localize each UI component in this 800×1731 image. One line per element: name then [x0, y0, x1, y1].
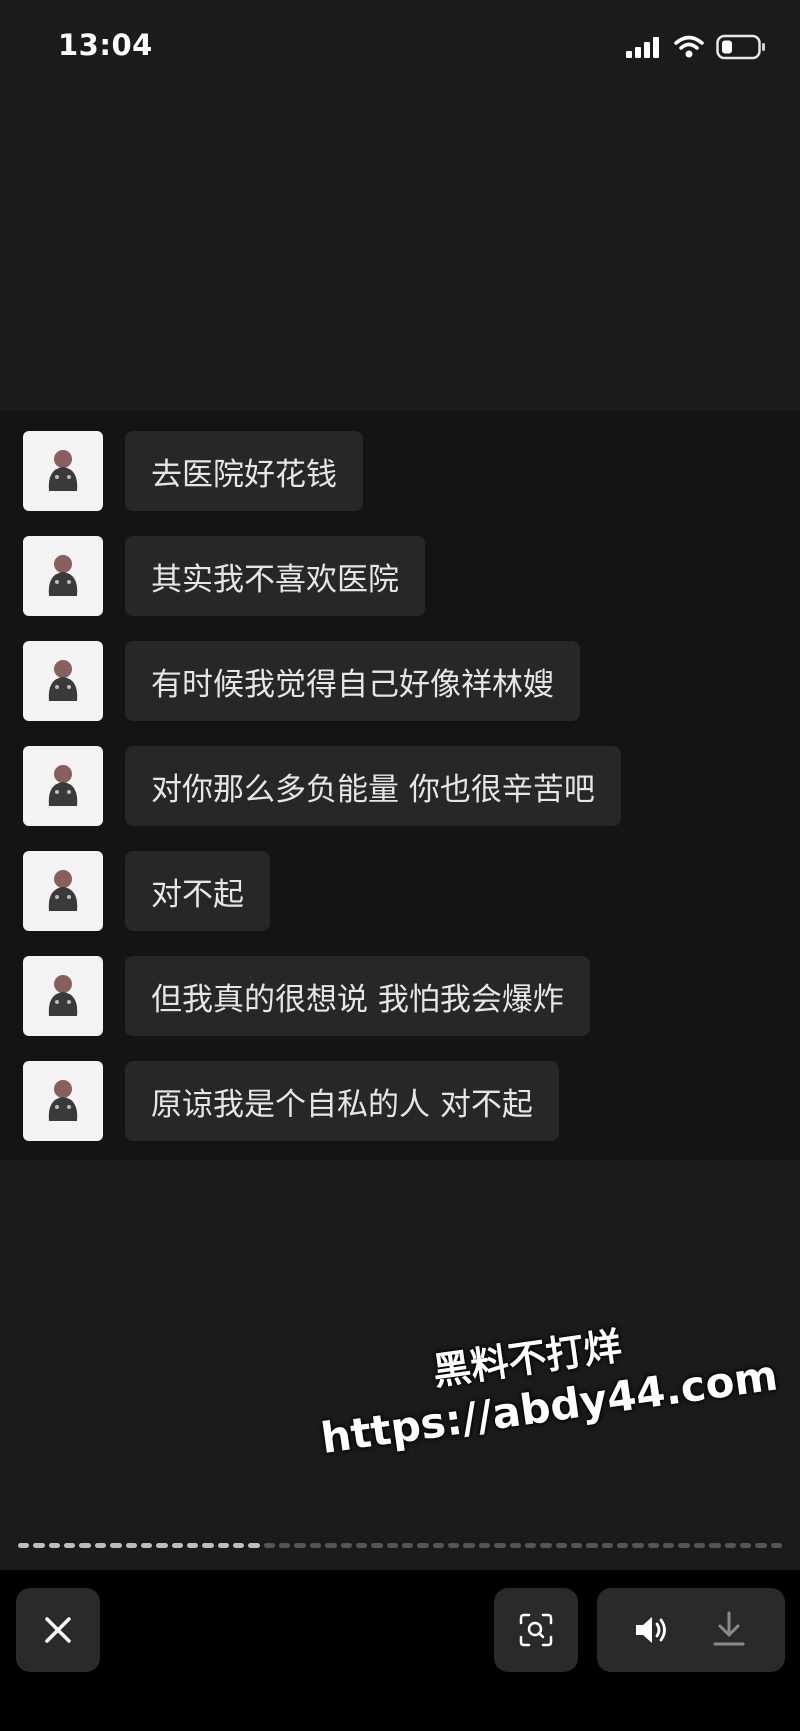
avatar-character-icon [48, 555, 78, 596]
visual-search-button[interactable] [494, 1588, 578, 1672]
progress-segment [94, 1543, 107, 1548]
progress-segment [248, 1543, 260, 1548]
close-icon [45, 1617, 71, 1643]
progress-segment [202, 1543, 214, 1548]
progress-segment [386, 1543, 398, 1548]
message-row: 对你那么多负能量 你也很辛苦吧 [23, 745, 621, 827]
progress-segment [309, 1543, 322, 1548]
message-bubble: 去医院好花钱 [125, 431, 363, 511]
avatar-character-icon [48, 765, 78, 806]
progress-segment [663, 1543, 675, 1548]
progress-segment [125, 1543, 137, 1548]
progress-segment [294, 1543, 306, 1548]
status-time: 13:04 [58, 28, 153, 62]
avatar-character-icon [48, 660, 78, 701]
download-icon [713, 1611, 745, 1646]
avatar-character-icon [48, 975, 78, 1016]
progress-segment [524, 1543, 537, 1548]
status-icons [626, 34, 766, 60]
watermark: 黑料不打烊 https://abdy44.com [310, 1294, 781, 1463]
progress-segment [79, 1543, 91, 1548]
progress-segment [555, 1543, 567, 1548]
story-progress-indicator [18, 1543, 782, 1548]
progress-segment [647, 1543, 660, 1548]
avatar[interactable] [23, 851, 103, 931]
progress-segment [601, 1543, 614, 1548]
message-bubble: 对不起 [125, 851, 270, 931]
progress-segment [140, 1543, 153, 1548]
message-bubble: 有时候我觉得自己好像祥林嫂 [125, 641, 580, 721]
media-controls [597, 1588, 785, 1672]
progress-segment [48, 1543, 61, 1548]
avatar-character-icon [48, 450, 78, 491]
progress-segment [217, 1543, 230, 1548]
progress-segment [678, 1543, 690, 1548]
progress-segment [432, 1543, 445, 1548]
progress-segment [325, 1543, 337, 1548]
progress-segment [478, 1543, 491, 1548]
progress-segment [186, 1543, 199, 1548]
download-button[interactable] [711, 1610, 747, 1652]
progress-segment [401, 1543, 414, 1548]
message-row: 去医院好花钱 [23, 430, 363, 512]
progress-segment [463, 1543, 475, 1548]
progress-segment [171, 1543, 183, 1548]
progress-segment [693, 1543, 706, 1548]
avatar[interactable] [23, 431, 103, 511]
progress-segment [724, 1543, 736, 1548]
avatar[interactable] [23, 1061, 103, 1141]
status-bar: 13:04 [0, 0, 800, 100]
progress-segment [110, 1543, 122, 1548]
progress-segment [586, 1543, 598, 1548]
wifi-icon [674, 35, 704, 58]
progress-segment [755, 1543, 767, 1548]
progress-segment [233, 1543, 245, 1548]
avatar[interactable] [23, 746, 103, 826]
progress-segment [632, 1543, 644, 1548]
progress-segment [448, 1543, 460, 1548]
progress-segment [263, 1543, 276, 1548]
message-bubble: 原谅我是个自私的人 对不起 [125, 1061, 559, 1141]
progress-segment [709, 1543, 721, 1548]
message-bubble: 对你那么多负能量 你也很辛苦吧 [125, 746, 621, 826]
progress-segment [64, 1543, 76, 1548]
message-row: 有时候我觉得自己好像祥林嫂 [23, 640, 580, 722]
progress-segment [770, 1543, 782, 1548]
battery-icon [716, 34, 765, 60]
progress-segment [33, 1543, 45, 1548]
progress-segment [279, 1543, 291, 1548]
progress-segment [18, 1543, 30, 1548]
avatar[interactable] [23, 536, 103, 616]
avatar[interactable] [23, 641, 103, 721]
progress-segment [417, 1543, 429, 1548]
progress-segment [739, 1543, 752, 1548]
visual-search-icon [519, 1613, 553, 1647]
avatar[interactable] [23, 956, 103, 1036]
progress-segment [371, 1543, 383, 1548]
progress-segment [494, 1543, 506, 1548]
volume-button[interactable] [633, 1612, 671, 1652]
message-row: 但我真的很想说 我怕我会爆炸 [23, 955, 590, 1037]
cellular-signal-icon [626, 37, 659, 58]
message-bubble: 但我真的很想说 我怕我会爆炸 [125, 956, 590, 1036]
progress-segment [156, 1543, 168, 1548]
speaker-icon [636, 1617, 666, 1643]
progress-segment [570, 1543, 583, 1548]
progress-segment [355, 1543, 368, 1548]
bottom-bar [0, 1570, 800, 1731]
progress-segment [540, 1543, 552, 1548]
progress-segment [340, 1543, 352, 1548]
message-row: 原谅我是个自私的人 对不起 [23, 1060, 559, 1142]
message-bubble: 其实我不喜欢医院 [125, 536, 425, 616]
message-row: 其实我不喜欢医院 [23, 535, 425, 617]
avatar-character-icon [48, 1080, 78, 1121]
message-row: 对不起 [23, 850, 270, 932]
progress-segment [509, 1543, 521, 1548]
close-button[interactable] [16, 1588, 100, 1672]
progress-segment [617, 1543, 629, 1548]
avatar-character-icon [48, 870, 78, 911]
